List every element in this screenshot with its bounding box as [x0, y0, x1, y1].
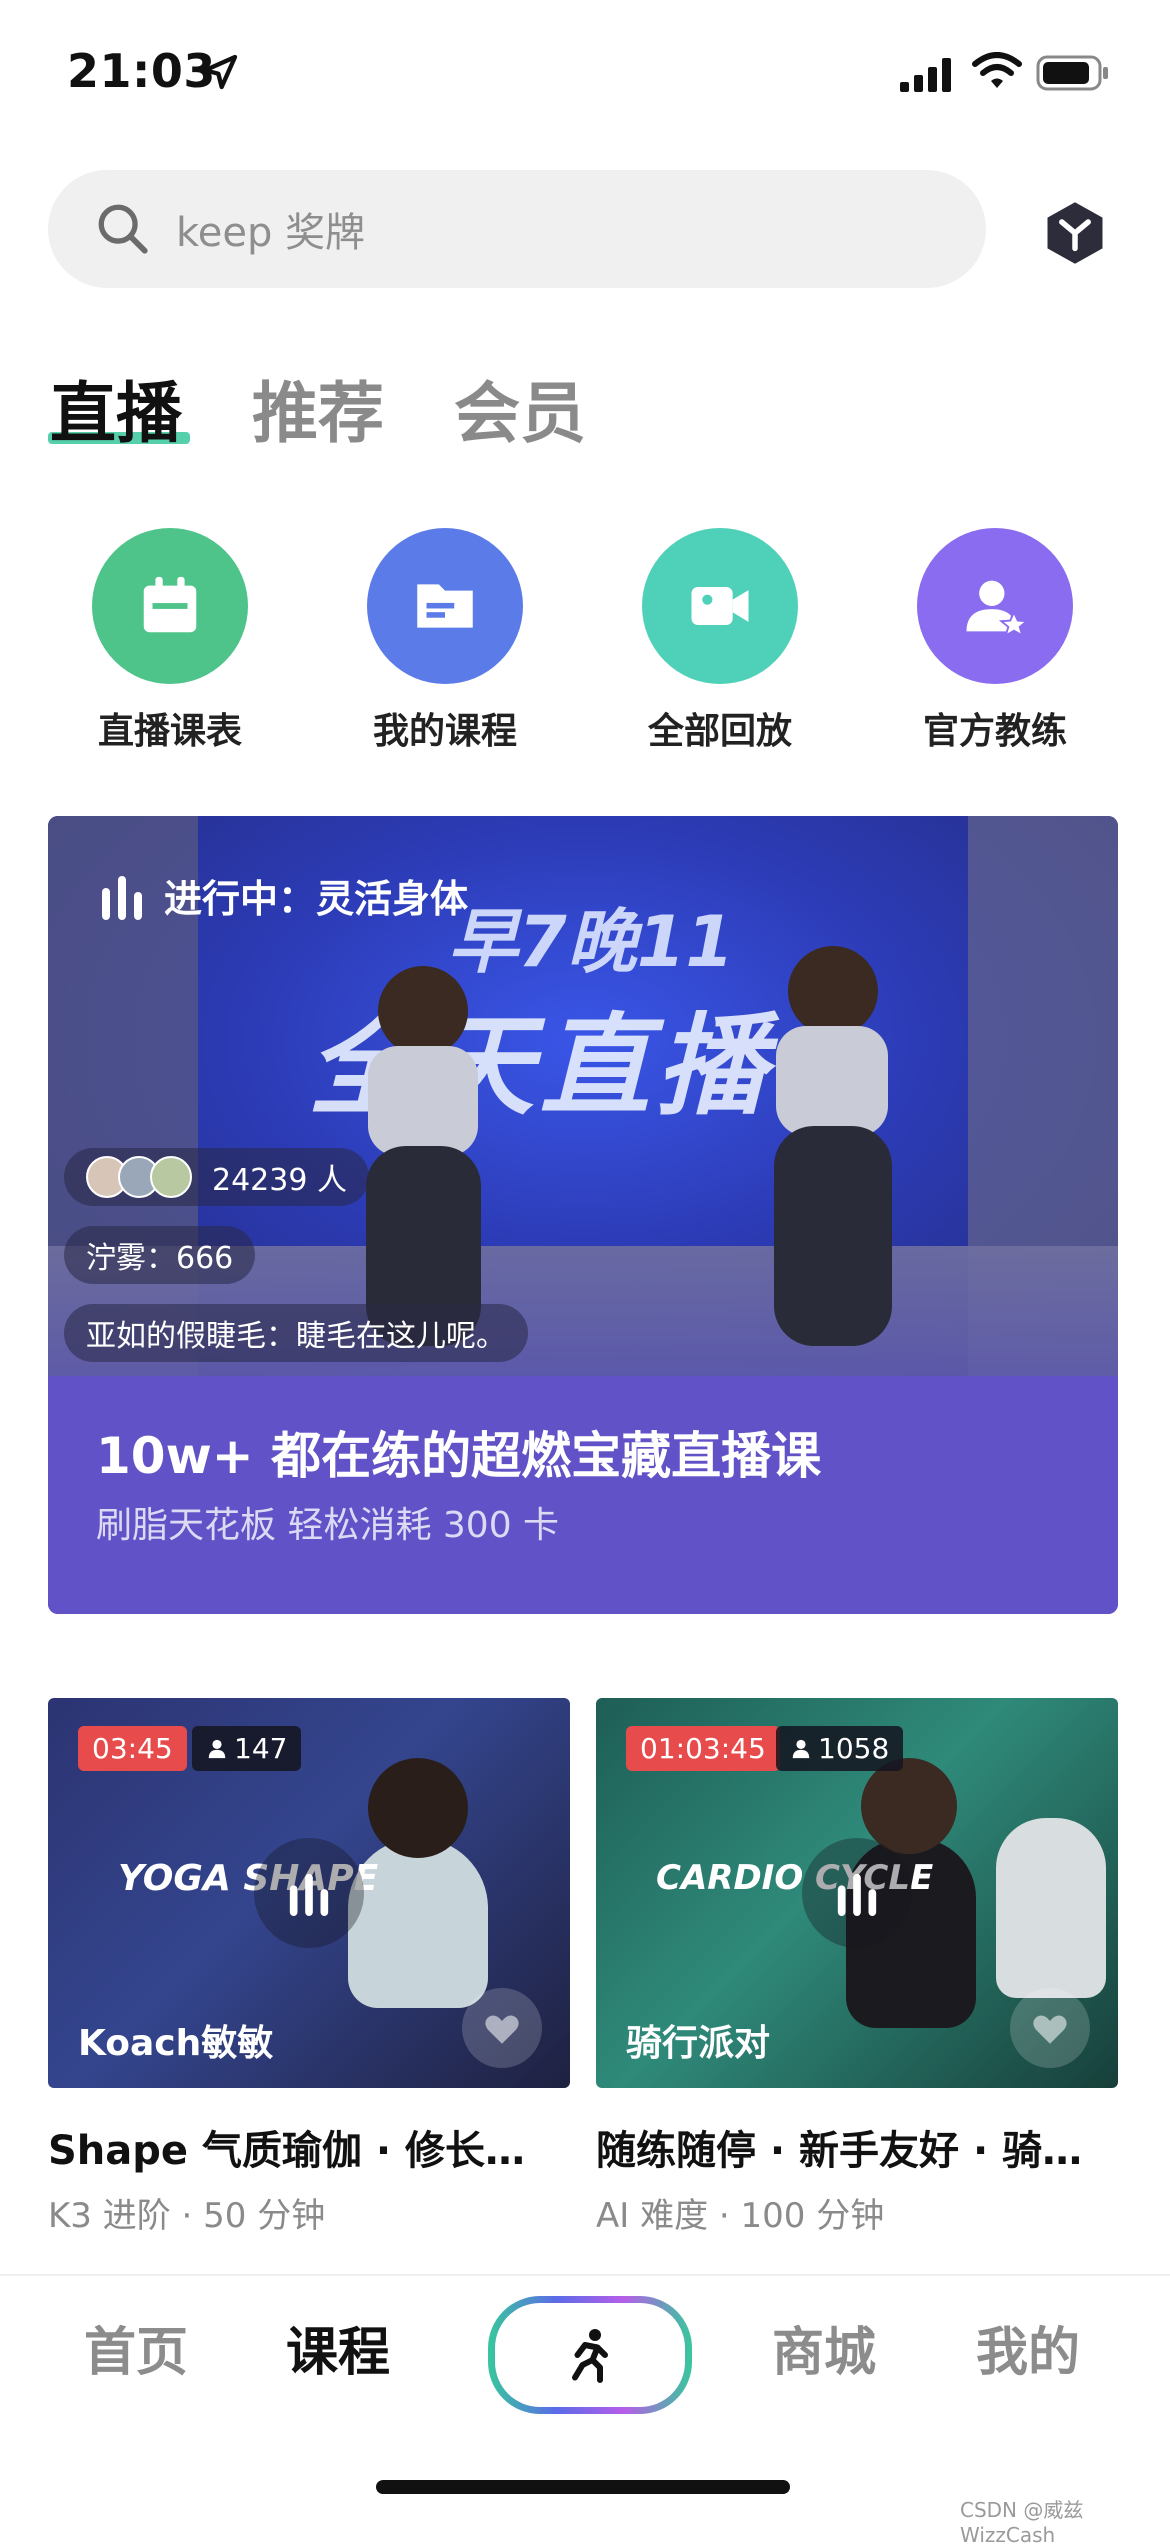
tab-member[interactable]: 会员 [454, 360, 586, 456]
search-placeholder: keep 奖牌 [176, 210, 366, 256]
participant-badge: 1058 [776, 1726, 904, 1771]
comment-text: 泞雾：666 [86, 1241, 234, 1276]
course-meta: K3 进阶 · 50 分钟 [48, 2196, 326, 2236]
cellular-signal-icon [900, 58, 951, 92]
watermark: CSDN @威兹WizzCash [960, 2498, 1084, 2547]
participant-count: 147 [234, 1732, 288, 1765]
live-status: 进行中：灵活身体 [100, 868, 468, 923]
person-icon [208, 1739, 226, 1758]
nav-me[interactable]: 我的 [976, 2310, 1080, 2385]
coach-photo [861, 1758, 957, 1854]
avatar [150, 1156, 192, 1198]
viewer-count: 24239 人 [212, 1163, 347, 1198]
course-title: 随练随停 · 新手友好 · 骑… [596, 2128, 1083, 2174]
quick-action-label: 全部回放 [647, 711, 792, 752]
tab-live[interactable]: 直播 [50, 360, 182, 456]
course-title: Shape 气质瑜伽 · 修长… [48, 2128, 526, 2174]
nav-courses[interactable]: 课程 [286, 2310, 390, 2385]
nav-mall[interactable]: 商城 [772, 2310, 876, 2385]
course-thumbnail: YOGA SHAPE 03:45 147 Koach敏敏 [48, 1698, 570, 2088]
quick-action-my-courses[interactable]: 我的课程 [335, 528, 555, 754]
course-meta: AI 难度 · 100 分钟 [596, 2196, 885, 2236]
course-thumbnail: CARDIO CYCLE 01:03:45 1058 骑行派对 [596, 1698, 1118, 2088]
tab-recommend[interactable]: 推荐 [252, 360, 384, 456]
live-bars-icon [254, 1838, 364, 1948]
comment-chip: 泞雾：666 [64, 1226, 256, 1284]
hero-title: 10w+ 都在练的超燃宝藏直播课 [96, 1427, 822, 1485]
participant-count: 1058 [818, 1732, 890, 1765]
duration-badge: 01:03:45 [626, 1726, 780, 1771]
location-arrow-icon [202, 54, 238, 90]
keep-logo-icon[interactable] [1042, 200, 1108, 266]
viewer-avatars [86, 1156, 192, 1198]
folder-icon [367, 528, 523, 684]
coach-name: 骑行派对 [626, 2023, 771, 2064]
hero-banner-sub: 早7晚11 [448, 901, 735, 983]
live-hero-card[interactable]: 早7晚11 全天直播 进行中：灵活身体 24239 人 泞雾：666 亚如的假睫… [48, 816, 1118, 1614]
hero-subtitle: 刷脂天花板 轻松消耗 300 卡 [96, 1505, 560, 1546]
quick-action-coaches[interactable]: 官方教练 [885, 528, 1105, 754]
calendar-icon [92, 528, 248, 684]
course-card[interactable]: CARDIO CYCLE 01:03:45 1058 骑行派对 随练随停 · 新… [596, 1698, 1118, 2237]
quick-action-label: 直播课表 [97, 711, 242, 752]
quick-action-replay[interactable]: 全部回放 [610, 528, 830, 754]
wifi-icon [972, 52, 1022, 88]
course-card[interactable]: YOGA SHAPE 03:45 147 Koach敏敏 Shape 气质瑜伽 … [48, 1698, 570, 2237]
like-button[interactable] [462, 1988, 542, 2068]
status-time: 21:03 [67, 44, 216, 98]
like-button[interactable] [1010, 1988, 1090, 2068]
trainer-head [788, 946, 878, 1036]
quick-action-label: 官方教练 [922, 711, 1067, 752]
heart-icon [1033, 2015, 1067, 2044]
coach-photo [368, 1758, 468, 1858]
heart-icon [485, 2015, 519, 2044]
battery-icon [1036, 55, 1108, 91]
quick-action-label: 我的课程 [372, 711, 517, 752]
live-status-text: 进行中：灵活身体 [164, 877, 469, 921]
running-person-icon [572, 2329, 608, 2383]
coach-name: Koach敏敏 [78, 2023, 274, 2064]
audio-bars-icon [102, 875, 142, 920]
home-indicator [376, 2480, 790, 2494]
video-camera-icon [642, 528, 798, 684]
coach-star-icon [917, 528, 1073, 684]
trainer-head [378, 966, 468, 1056]
search-bar[interactable]: keep 奖牌 [48, 170, 986, 288]
participant-badge: 147 [192, 1726, 302, 1771]
comment-text: 亚如的假睫毛：睫毛在这儿呢。 [86, 1319, 506, 1354]
start-workout-button[interactable] [488, 2296, 692, 2414]
person-icon [792, 1739, 810, 1758]
live-bars-icon [802, 1838, 912, 1948]
search-icon [98, 204, 148, 254]
duration-badge: 03:45 [78, 1726, 187, 1771]
quick-action-schedule[interactable]: 直播课表 [60, 528, 280, 754]
viewer-count-chip: 24239 人 [64, 1148, 369, 1206]
comment-chip: 亚如的假睫毛：睫毛在这儿呢。 [64, 1304, 528, 1362]
nav-home[interactable]: 首页 [84, 2310, 188, 2385]
